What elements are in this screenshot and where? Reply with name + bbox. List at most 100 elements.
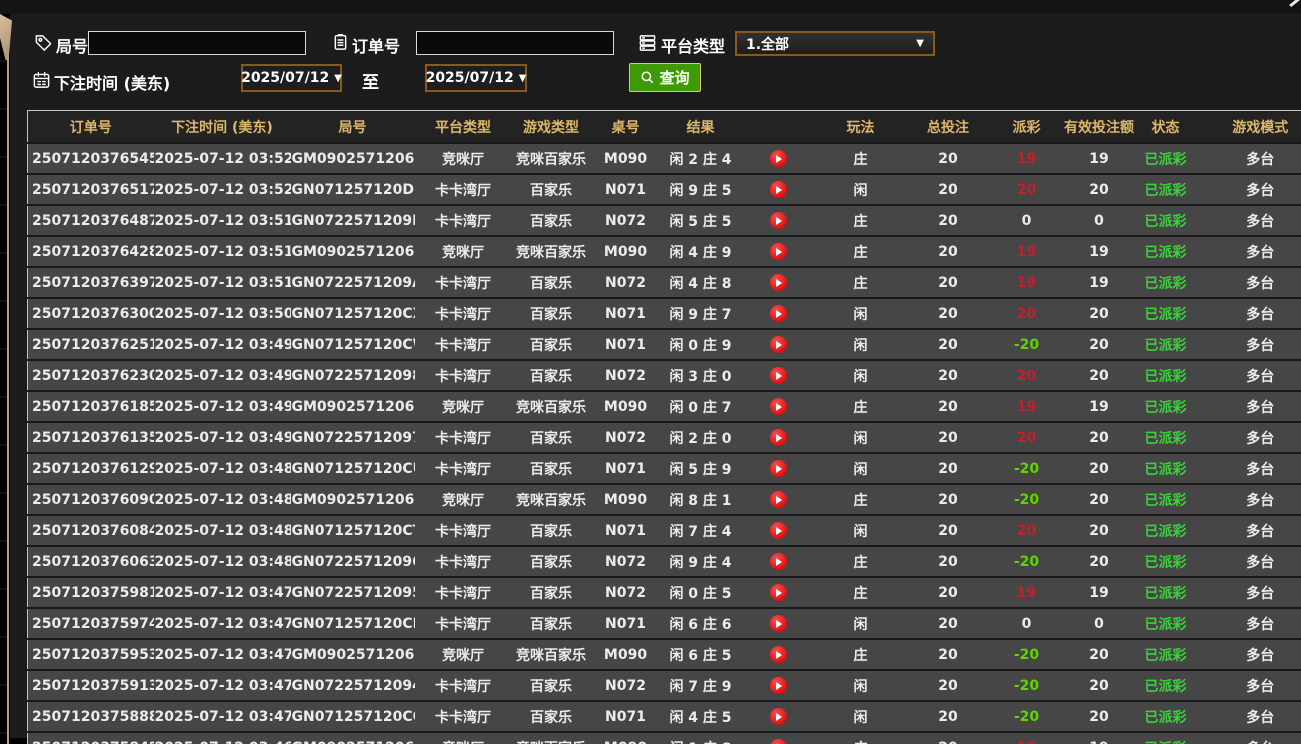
cell-platform: 卡卡湾厅 [414, 266, 512, 298]
cell-round_no: GN071257120CT [290, 514, 415, 546]
play-result-button[interactable] [769, 739, 787, 744]
col-table_no: 桌号 [590, 110, 661, 143]
cell-valid_bet: 20 [1062, 359, 1136, 391]
cell-order_no: 250712037598196 [27, 576, 154, 608]
cell-bet_type: 庄 [815, 545, 906, 577]
game-no-input[interactable] [88, 31, 306, 55]
cell-platform: 卡卡湾厅 [414, 607, 512, 639]
date-to-select[interactable]: 2025/07/12 ▼ [425, 64, 527, 92]
cell-valid_bet: 20 [1062, 328, 1136, 360]
cell-platform: 竞咪厅 [414, 142, 512, 174]
cell-result: 闲 6 庄 6 [660, 607, 741, 639]
cell-status: 已派彩 [1135, 607, 1196, 639]
cell-valid_bet: 20 [1062, 669, 1136, 701]
table-row: 2507120375888732025-07-12 03:47:05GN0712… [27, 700, 1301, 732]
search-button[interactable]: 查询 [629, 63, 701, 92]
play-result-button[interactable] [769, 677, 787, 694]
play-result-button[interactable] [769, 584, 787, 601]
play-result-button[interactable] [769, 243, 787, 260]
cell-table_no: N072 [590, 545, 661, 577]
play-result-button[interactable] [769, 553, 787, 570]
cell-status: 已派彩 [1135, 452, 1196, 484]
cell-total_bet: 20 [905, 297, 991, 329]
table-row: 2507120376185022025-07-12 03:49:22GM0902… [27, 390, 1301, 422]
cell-play [740, 328, 816, 360]
cell-total_bet: 20 [905, 359, 991, 391]
cell-bet_type: 闲 [815, 359, 906, 391]
cell-round_no: GN07225712095 [290, 576, 415, 608]
cell-table_no: M090 [590, 731, 661, 744]
platform-type-select[interactable]: 1.全部 ▼ [735, 31, 935, 56]
play-result-button[interactable] [769, 491, 787, 508]
cell-status: 已派彩 [1135, 204, 1196, 236]
play-result-button[interactable] [769, 367, 787, 384]
play-result-button[interactable] [769, 305, 787, 322]
cell-round_no: GM0902571206G [290, 638, 415, 670]
cell-table_no: N071 [590, 452, 661, 484]
cell-valid_bet: 19 [1062, 731, 1136, 744]
cell-total_bet: 20 [905, 638, 991, 670]
table-row: 2507120376487312025-07-12 03:51:42GN0722… [27, 204, 1301, 236]
cell-play [740, 514, 816, 546]
cell-status: 已派彩 [1135, 514, 1196, 546]
cell-status: 已派彩 [1135, 421, 1196, 453]
cell-bet_type: 闲 [815, 173, 906, 205]
bet-records-screen: 局号 订单号 平台类型 1.全部 ▼ 下注时间 (美东) 2025/07/12 … [0, 0, 1301, 744]
play-result-button[interactable] [769, 522, 787, 539]
cell-result: 闲 2 庄 4 [660, 142, 741, 174]
cell-total_bet: 20 [905, 204, 991, 236]
cell-play [740, 142, 816, 174]
cell-play [740, 235, 816, 267]
play-result-button[interactable] [769, 429, 787, 446]
cell-valid_bet: 0 [1062, 607, 1136, 639]
play-result-button[interactable] [769, 336, 787, 353]
cell-round_no: GN0722571209B [290, 204, 415, 236]
play-result-button[interactable] [769, 398, 787, 415]
cell-valid_bet: 19 [1062, 142, 1136, 174]
cell-order_no: 250712037609014 [27, 483, 154, 515]
cell-order_no: 250712037625165 [27, 328, 154, 360]
cell-bet_time: 2025-07-12 03:51:42 [153, 204, 291, 236]
table-row: 2507120375953592025-07-12 03:47:35GM0902… [27, 638, 1301, 670]
cell-total_bet: 20 [905, 731, 991, 744]
play-result-button[interactable] [769, 615, 787, 632]
cell-order_no: 250712037588873 [27, 700, 154, 732]
cell-result: 闲 3 庄 0 [660, 359, 741, 391]
cell-bet_time: 2025-07-12 03:47:16 [153, 669, 291, 701]
col-play [740, 110, 816, 143]
date-from-value: 2025/07/12 [241, 70, 330, 86]
play-result-button[interactable] [769, 646, 787, 663]
cell-bet_type: 庄 [815, 204, 906, 236]
cell-mode: 多台 [1195, 669, 1301, 701]
col-status: 状态 [1135, 110, 1196, 143]
play-result-button[interactable] [769, 460, 787, 477]
cell-order_no: 250712037654576 [27, 142, 154, 174]
cell-play [740, 421, 816, 453]
cell-result: 闲 8 庄 1 [660, 483, 741, 515]
cell-platform: 卡卡湾厅 [414, 545, 512, 577]
cell-play [740, 669, 816, 701]
date-from-select[interactable]: 2025/07/12 ▼ [241, 64, 342, 92]
cell-result: 闲 0 庄 7 [660, 390, 741, 422]
cell-order_no: 250712037608449 [27, 514, 154, 546]
play-result-button[interactable] [769, 181, 787, 198]
backdrop-top-band [0, 0, 1301, 14]
play-result-button[interactable] [769, 150, 787, 167]
play-result-button[interactable] [769, 212, 787, 229]
cell-round_no: GN07225712097 [290, 421, 415, 453]
cell-mode: 多台 [1195, 483, 1301, 515]
cell-round_no: GM0902571206K [290, 235, 415, 267]
cell-bet_type: 庄 [815, 266, 906, 298]
order-no-input[interactable] [416, 31, 614, 55]
cell-result: 闲 7 庄 9 [660, 669, 741, 701]
play-result-button[interactable] [769, 708, 787, 725]
table-row: 2507120376063162025-07-12 03:48:26GN0722… [27, 545, 1301, 577]
cell-round_no: GN07225712098 [290, 359, 415, 391]
cell-bet_type: 闲 [815, 669, 906, 701]
cell-bet_time: 2025-07-12 03:48:38 [153, 483, 291, 515]
cell-payout: 20 [990, 514, 1063, 546]
cell-table_no: N071 [590, 297, 661, 329]
play-result-button[interactable] [769, 274, 787, 291]
cell-table_no: M090 [590, 142, 661, 174]
cell-mode: 多台 [1195, 359, 1301, 391]
